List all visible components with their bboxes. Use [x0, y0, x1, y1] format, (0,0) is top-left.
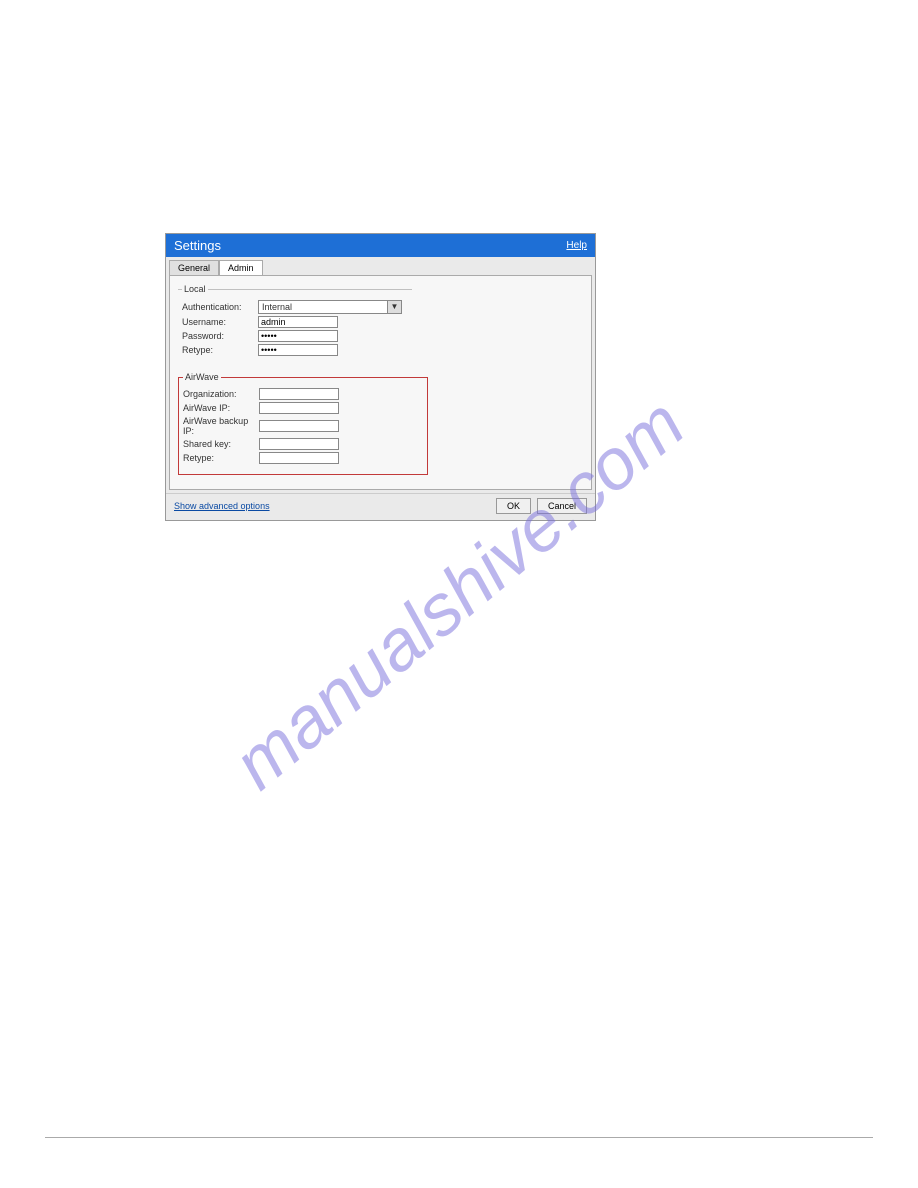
row-username: Username:	[182, 316, 408, 328]
retype-local-field[interactable]	[258, 344, 338, 356]
label-airwave-backup-ip: AirWave backup IP:	[183, 416, 259, 436]
help-link[interactable]: Help	[566, 240, 587, 251]
label-password: Password:	[182, 331, 258, 341]
dialog-footer: Show advanced options OK Cancel	[166, 493, 595, 520]
authentication-select-value: Internal	[259, 302, 387, 312]
row-airwave-backup-ip: AirWave backup IP:	[183, 416, 423, 436]
airwave-backup-ip-field[interactable]	[259, 420, 339, 432]
row-airwave-ip: AirWave IP:	[183, 402, 423, 414]
chevron-down-icon: ▼	[387, 301, 401, 313]
row-retype-local: Retype:	[182, 344, 408, 356]
password-field[interactable]	[258, 330, 338, 342]
retype-airwave-field[interactable]	[259, 452, 339, 464]
row-organization: Organization:	[183, 388, 423, 400]
label-username: Username:	[182, 317, 258, 327]
tab-bar: General Admin	[166, 257, 595, 275]
label-airwave-ip: AirWave IP:	[183, 403, 259, 413]
admin-panel: Local Authentication: Internal ▼ Usernam…	[169, 275, 592, 490]
dialog-title: Settings	[174, 238, 221, 253]
dialog-header: Settings Help	[166, 234, 595, 257]
row-shared-key: Shared key:	[183, 438, 423, 450]
row-authentication: Authentication: Internal ▼	[182, 300, 408, 314]
tab-general[interactable]: General	[169, 260, 219, 275]
row-password: Password:	[182, 330, 408, 342]
settings-dialog: Settings Help General Admin Local Authen…	[165, 233, 596, 521]
authentication-select[interactable]: Internal ▼	[258, 300, 402, 314]
airwave-ip-field[interactable]	[259, 402, 339, 414]
label-retype-local: Retype:	[182, 345, 258, 355]
username-field[interactable]	[258, 316, 338, 328]
airwave-legend: AirWave	[183, 372, 221, 382]
shared-key-field[interactable]	[259, 438, 339, 450]
label-organization: Organization:	[183, 389, 259, 399]
local-fieldset: Local Authentication: Internal ▼ Usernam…	[178, 284, 412, 366]
ok-button[interactable]: OK	[496, 498, 531, 514]
local-legend: Local	[182, 284, 208, 294]
tab-admin[interactable]: Admin	[219, 260, 263, 275]
organization-field[interactable]	[259, 388, 339, 400]
show-advanced-link[interactable]: Show advanced options	[174, 501, 270, 511]
row-retype-airwave: Retype:	[183, 452, 423, 464]
airwave-fieldset: AirWave Organization: AirWave IP: AirWav…	[178, 372, 428, 475]
footer-buttons: OK Cancel	[496, 498, 587, 514]
cancel-button[interactable]: Cancel	[537, 498, 587, 514]
label-shared-key: Shared key:	[183, 439, 259, 449]
label-authentication: Authentication:	[182, 302, 258, 312]
page-divider	[45, 1137, 873, 1138]
label-retype-airwave: Retype:	[183, 453, 259, 463]
